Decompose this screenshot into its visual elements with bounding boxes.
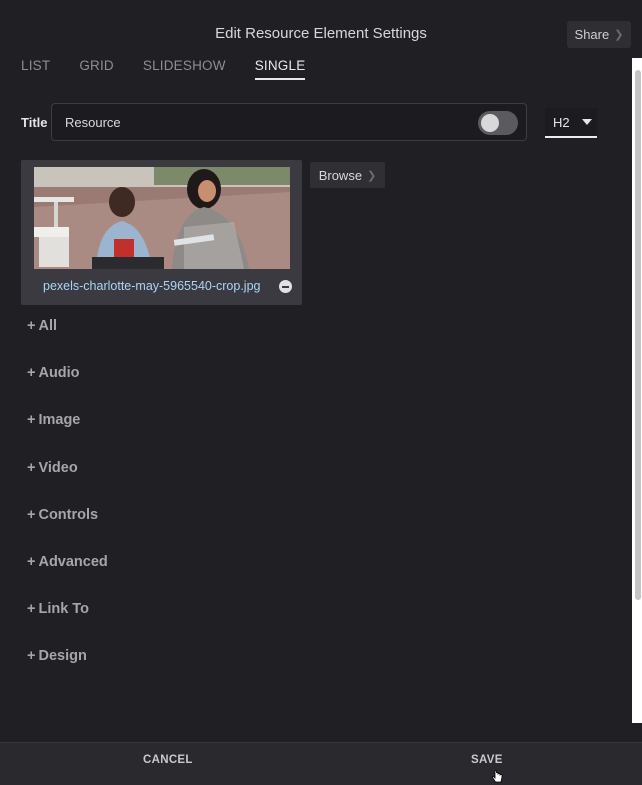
plus-icon: +	[27, 412, 36, 429]
section-label: Audio	[38, 365, 80, 382]
chevron-right-icon: ❯	[367, 169, 377, 182]
caret-down-icon	[582, 119, 592, 125]
share-label: Share	[574, 27, 610, 42]
title-visibility-toggle[interactable]	[478, 111, 518, 135]
share-button[interactable]: Share ❯	[567, 21, 631, 48]
browse-label: Browse	[318, 167, 363, 183]
section-label: Video	[38, 459, 78, 476]
resource-thumbnail[interactable]	[34, 167, 290, 269]
tab-list[interactable]: LIST	[21, 58, 50, 80]
plus-icon: +	[27, 506, 36, 523]
dialog-footer: CANCEL SAVE	[0, 742, 642, 785]
plus-icon: +	[27, 648, 36, 665]
cancel-button[interactable]: CANCEL	[143, 754, 193, 766]
title-input[interactable]: Resource	[51, 103, 527, 141]
thumbnail-photo	[34, 167, 290, 269]
scrollbar-thumb[interactable]	[635, 70, 641, 600]
tab-bar: LIST GRID SLIDESHOW SINGLE	[21, 58, 334, 80]
plus-icon: +	[27, 459, 36, 476]
settings-sections: + All + Audio + Image + Video + Controls + Adv…	[27, 318, 108, 696]
heading-level-select[interactable]: H2	[545, 108, 597, 138]
section-label: Advanced	[38, 553, 108, 570]
tab-single[interactable]: SINGLE	[254, 58, 306, 80]
section-link-to[interactable]: + Link To	[27, 601, 108, 648]
plus-icon: +	[27, 318, 36, 334]
title-label: Title	[21, 115, 48, 130]
save-button[interactable]: SAVE	[471, 754, 503, 766]
plus-icon: +	[27, 601, 36, 618]
plus-icon: +	[27, 365, 36, 382]
section-label: Design	[38, 648, 87, 665]
section-label: Link To	[38, 601, 89, 618]
resource-card: pexels-charlotte-may-5965540-crop.jpg	[21, 160, 302, 305]
remove-resource-icon[interactable]	[279, 280, 292, 293]
heading-level-value: H2	[553, 115, 570, 130]
section-audio[interactable]: + Audio	[27, 365, 108, 412]
plus-icon: +	[27, 553, 36, 570]
dialog-title: Edit Resource Element Settings	[215, 25, 427, 42]
hand-cursor-icon	[491, 770, 503, 783]
section-design[interactable]: + Design	[27, 648, 108, 695]
section-advanced[interactable]: + Advanced	[27, 554, 108, 601]
title-input-value: Resource	[65, 115, 121, 130]
resource-file-name-link[interactable]: pexels-charlotte-may-5965540-crop.jpg	[43, 279, 260, 293]
toggle-knob	[481, 114, 499, 132]
section-label: Controls	[38, 506, 99, 523]
browse-button[interactable]: Browse ❯	[310, 162, 385, 188]
tab-slideshow[interactable]: SLIDESHOW	[143, 58, 226, 80]
chevron-right-icon: ❯	[614, 29, 624, 41]
section-video[interactable]: + Video	[27, 460, 108, 507]
section-label: Image	[38, 412, 81, 429]
section-label: All	[38, 318, 57, 334]
section-controls[interactable]: + Controls	[27, 507, 108, 554]
section-image[interactable]: + Image	[27, 412, 108, 459]
section-all[interactable]: + All	[27, 318, 108, 365]
tab-grid[interactable]: GRID	[79, 58, 114, 80]
